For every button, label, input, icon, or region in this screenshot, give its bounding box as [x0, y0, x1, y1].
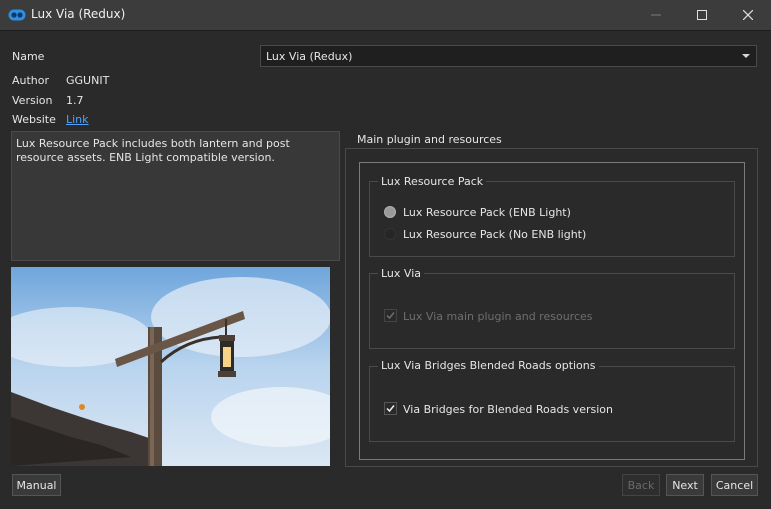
app-icon — [8, 9, 26, 21]
lamp-post-image — [11, 267, 330, 466]
main-plugin-group-title: Main plugin and resources — [354, 133, 505, 146]
maximize-button[interactable] — [679, 0, 725, 30]
checkmark-icon — [386, 312, 395, 320]
bridges-group-title: Lux Via Bridges Blended Roads options — [378, 359, 599, 372]
lux-via-main-checkbox[interactable] — [384, 309, 397, 322]
name-label: Name — [12, 50, 45, 63]
chevron-down-icon — [742, 54, 750, 58]
website-link[interactable]: Link — [66, 113, 89, 126]
radio-enb-light-label: Lux Resource Pack (ENB Light) — [403, 206, 571, 219]
back-button[interactable]: Back — [622, 474, 660, 496]
resource-pack-group — [369, 181, 735, 257]
bridges-checkbox[interactable] — [384, 402, 397, 415]
close-button[interactable] — [725, 0, 771, 30]
version-label: Version — [12, 94, 53, 107]
maximize-icon — [697, 10, 707, 20]
lux-via-main-label: Lux Via main plugin and resources — [403, 310, 593, 323]
lux-via-group-title: Lux Via — [378, 267, 424, 280]
installer-content: Name Author GGUNIT Version 1.7 Website L… — [0, 31, 771, 509]
checkmark-icon — [386, 405, 395, 413]
minimize-button[interactable] — [633, 0, 679, 30]
radio-no-enb-light[interactable] — [384, 228, 396, 240]
version-value: 1.7 — [66, 94, 84, 107]
cancel-button[interactable]: Cancel — [711, 474, 758, 496]
name-select[interactable]: Lux Via (Redux) — [260, 45, 757, 67]
preview-image — [11, 267, 330, 466]
title-bar: Lux Via (Redux) — [0, 0, 771, 31]
description-box: Lux Resource Pack includes both lantern … — [11, 131, 340, 261]
next-button[interactable]: Next — [666, 474, 704, 496]
author-label: Author — [12, 74, 50, 87]
resource-pack-group-title: Lux Resource Pack — [378, 175, 487, 188]
name-select-value: Lux Via (Redux) — [266, 50, 353, 63]
author-value: GGUNIT — [66, 74, 110, 87]
radio-enb-light[interactable] — [384, 206, 396, 218]
window-title: Lux Via (Redux) — [31, 7, 126, 21]
minimize-icon — [651, 14, 661, 16]
manual-button[interactable]: Manual — [12, 474, 61, 496]
radio-no-enb-light-label: Lux Resource Pack (No ENB light) — [403, 228, 587, 241]
close-icon — [743, 10, 753, 20]
website-label: Website — [12, 113, 56, 126]
bridges-label: Via Bridges for Blended Roads version — [403, 403, 613, 416]
